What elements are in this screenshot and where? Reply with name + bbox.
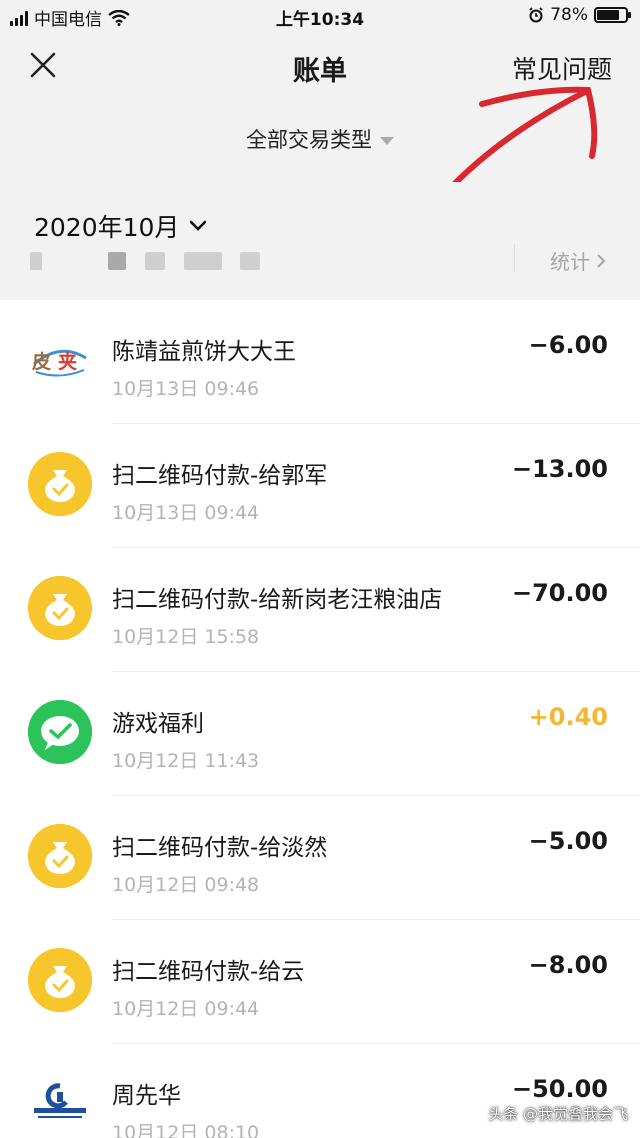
month-selector[interactable]: 2020年10月 <box>34 208 207 244</box>
redacted-summary <box>184 252 222 270</box>
transaction-amount: +0.40 <box>528 703 608 731</box>
transaction-amount: −50.00 <box>511 1075 608 1103</box>
transaction-row[interactable]: 游戏福利 10月12日 11:43 +0.40 <box>0 672 640 796</box>
transaction-list: 皮夹陈靖益煎饼大大王 10月13日 09:46 −6.00 扫二维码付款-给郭军 10月… <box>0 300 640 1138</box>
transaction-name: 扫二维码付款-给新岗老汪粮油店 <box>112 587 443 613</box>
redacted-summary <box>145 252 165 270</box>
money-bag-icon <box>28 824 92 888</box>
transaction-name: 扫二维码付款-给郭军 <box>112 463 328 489</box>
filter-label: 全部交易类型 <box>246 128 372 152</box>
transaction-time: 10月12日 11:43 <box>112 750 260 772</box>
transaction-type-filter[interactable]: 全部交易类型 <box>0 124 640 154</box>
battery-percent: 78% <box>550 5 588 25</box>
transaction-row[interactable]: 扫二维码付款-给云 10月12日 09:44 −8.00 <box>0 920 640 1044</box>
transaction-name: 周先华 <box>112 1083 181 1109</box>
transaction-amount: −70.00 <box>511 579 608 607</box>
money-bag-icon <box>28 948 92 1012</box>
transaction-time: 10月12日 08:10 <box>112 1122 260 1138</box>
chevron-right-icon <box>597 253 606 268</box>
month-label: 2020年10月 <box>34 213 180 242</box>
transaction-time: 10月13日 09:44 <box>112 502 260 524</box>
money-bag-icon <box>28 576 92 640</box>
caret-down-icon <box>380 137 394 145</box>
divider <box>514 244 515 272</box>
battery-icon <box>594 7 631 23</box>
bank-logo-icon <box>28 1072 92 1136</box>
watermark: 头条 @我觉叠我会飞 <box>488 1105 628 1123</box>
alarm-icon <box>529 7 543 23</box>
transaction-time: 10月13日 09:46 <box>112 378 260 400</box>
transaction-row[interactable]: 皮夹陈靖益煎饼大大王 10月13日 09:46 −6.00 <box>0 300 640 424</box>
transaction-time: 10月12日 09:48 <box>112 874 260 896</box>
redacted-summary <box>240 252 260 270</box>
transaction-amount: −13.00 <box>511 455 608 483</box>
money-bag-icon <box>28 452 92 516</box>
svg-text:夹: 夹 <box>58 351 77 373</box>
faq-link[interactable]: 常见问题 <box>512 50 612 86</box>
svg-text:皮: 皮 <box>32 350 51 373</box>
stats-label: 统计 <box>550 250 590 274</box>
transaction-row[interactable]: 扫二维码付款-给郭军 10月13日 09:44 −13.00 <box>0 424 640 548</box>
redacted-summary <box>30 252 42 270</box>
transaction-row[interactable]: 扫二维码付款-给淡然 10月12日 09:48 −5.00 <box>0 796 640 920</box>
transaction-row[interactable]: 扫二维码付款-给新岗老汪粮油店 10月12日 15:58 −70.00 <box>0 548 640 672</box>
month-section: 2020年10月 统计 <box>0 182 640 300</box>
merchant-logo-icon: 皮夹 <box>28 328 92 392</box>
transaction-amount: −5.00 <box>528 827 608 855</box>
close-icon[interactable] <box>26 48 60 82</box>
transaction-name: 扫二维码付款-给云 <box>112 959 305 985</box>
transaction-name: 游戏福利 <box>112 711 204 737</box>
transaction-time: 10月12日 15:58 <box>112 626 260 648</box>
transaction-time: 10月12日 09:44 <box>112 998 260 1020</box>
stats-link[interactable]: 统计 <box>550 246 606 275</box>
redacted-summary <box>108 252 126 270</box>
transaction-amount: −6.00 <box>528 331 608 359</box>
wechat-icon <box>28 700 92 764</box>
battery-level <box>597 10 619 20</box>
transaction-name: 陈靖益煎饼大大王 <box>112 339 296 365</box>
chevron-down-icon <box>190 220 207 231</box>
transaction-name: 扫二维码付款-给淡然 <box>112 835 328 861</box>
transaction-amount: −8.00 <box>528 951 608 979</box>
status-bar: 中国电信 上午10:34 78% <box>0 0 640 32</box>
status-right: 78% <box>528 5 631 25</box>
nav-bar: 账单 常见问题 全部交易类型 <box>0 32 640 182</box>
